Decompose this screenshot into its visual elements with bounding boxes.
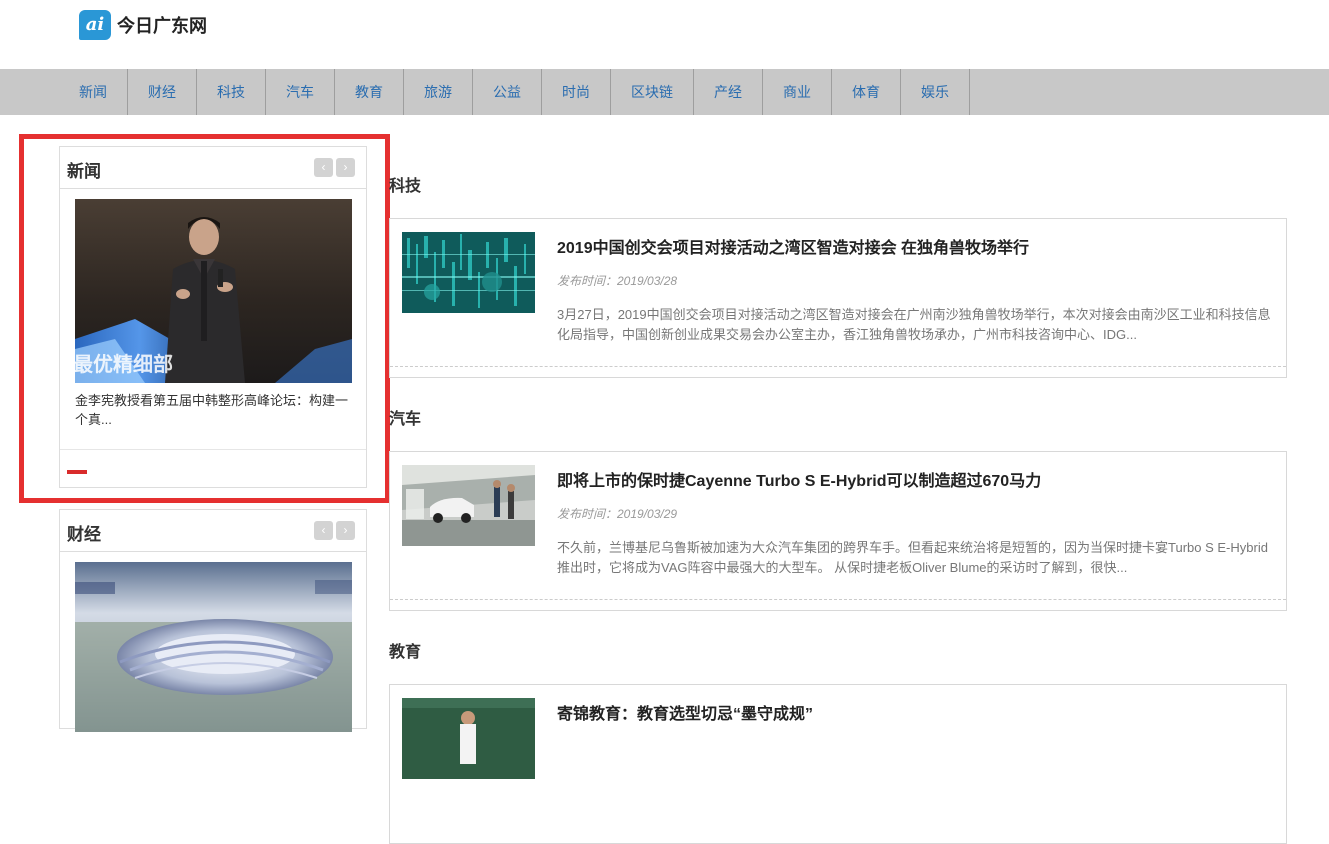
main-nav: 新闻 财经 科技 汽车 教育 旅游 公益 时尚 区块链 产经 商业 体育 娱乐 — [0, 69, 1329, 115]
article-date: 发布时间：2019/03/28 — [557, 274, 678, 288]
nav-item[interactable]: 娱乐 — [901, 69, 970, 115]
article-summary: 3月27日，2019中国创交会项目对接活动之湾区智造对接会在广州南沙独角兽牧场举… — [557, 307, 1271, 342]
article-thumbnail[interactable] — [402, 698, 535, 779]
article-card[interactable]: 2019中国创交会项目对接活动之湾区智造对接会 在独角兽牧场举行 发布时间：20… — [389, 218, 1287, 378]
divider — [390, 366, 1286, 367]
nav-item[interactable]: 新闻 — [59, 69, 128, 115]
article-card[interactable]: 即将上市的保时捷Cayenne Turbo S E-Hybrid可以制造超过67… — [389, 451, 1287, 611]
nav-item[interactable]: 产经 — [694, 69, 763, 115]
article-title[interactable]: 即将上市的保时捷Cayenne Turbo S E-Hybrid可以制造超过67… — [557, 467, 1041, 491]
nav-item[interactable]: 汽车 — [266, 69, 335, 115]
nav-item[interactable]: 公益 — [473, 69, 542, 115]
article-date: 发布时间：2019/03/29 — [557, 507, 678, 521]
article-thumbnail[interactable] — [402, 465, 535, 546]
site-logo[interactable]: ai 今日广东网 — [79, 10, 207, 40]
article-title[interactable]: 2019中国创交会项目对接活动之湾区智造对接会 在独角兽牧场举行 — [557, 234, 1029, 258]
finance-carousel-image[interactable] — [75, 562, 352, 732]
news-widget: 新闻 ‹ › 最优精细部 金李宪教授看第五届中韩整形高峰论坛：构建一个真... — [59, 146, 367, 488]
nav-list: 新闻 财经 科技 汽车 教育 旅游 公益 时尚 区块链 产经 商业 体育 娱乐 — [59, 69, 970, 115]
widget-header: 新闻 ‹ › — [60, 147, 366, 189]
next-arrow-icon[interactable]: › — [336, 521, 355, 540]
divider — [390, 599, 1286, 600]
active-slide-dot[interactable] — [67, 470, 87, 474]
widget-title: 新闻 — [67, 162, 101, 181]
carousel-controls: ‹ › — [314, 158, 355, 177]
next-arrow-icon[interactable]: › — [336, 158, 355, 177]
nav-item[interactable]: 商业 — [763, 69, 832, 115]
nav-item[interactable]: 体育 — [832, 69, 901, 115]
carousel-indicator — [60, 449, 366, 487]
section-heading-tech[interactable]: 科技 — [389, 172, 421, 196]
nav-item[interactable]: 区块链 — [611, 69, 694, 115]
article-thumbnail[interactable] — [402, 232, 535, 313]
widget-header: 财经 ‹ › — [60, 510, 366, 552]
carousel-controls: ‹ › — [314, 521, 355, 540]
news-caption[interactable]: 金李宪教授看第五届中韩整形高峰论坛：构建一个真... — [75, 391, 350, 429]
logo-badge-icon: ai — [79, 10, 111, 40]
finance-widget: 财经 ‹ › — [59, 509, 367, 732]
article-card[interactable]: 寄锦教育：教育选型切忌“墨守成规” — [389, 684, 1287, 844]
article-title[interactable]: 寄锦教育：教育选型切忌“墨守成规” — [557, 700, 813, 724]
widget-title: 财经 — [67, 525, 101, 544]
article-summary: 不久前，兰博基尼乌鲁斯被加速为大众汽车集团的跨界车手。但看起来统治将是短暂的，因… — [557, 540, 1268, 575]
nav-item[interactable]: 时尚 — [542, 69, 611, 115]
nav-item[interactable]: 教育 — [335, 69, 404, 115]
prev-arrow-icon[interactable]: ‹ — [314, 521, 333, 540]
site-header: ai 今日广东网 — [0, 0, 1329, 69]
nav-item[interactable]: 财经 — [128, 69, 197, 115]
section-heading-auto[interactable]: 汽车 — [389, 405, 421, 429]
nav-item[interactable]: 科技 — [197, 69, 266, 115]
news-carousel-image[interactable]: 最优精细部 — [75, 199, 352, 383]
nav-item[interactable]: 旅游 — [404, 69, 473, 115]
site-name: 今日广东网 — [117, 16, 207, 37]
image-overlay-text: 最优精细部 — [75, 352, 173, 376]
section-heading-education[interactable]: 教育 — [389, 638, 421, 662]
prev-arrow-icon[interactable]: ‹ — [314, 158, 333, 177]
